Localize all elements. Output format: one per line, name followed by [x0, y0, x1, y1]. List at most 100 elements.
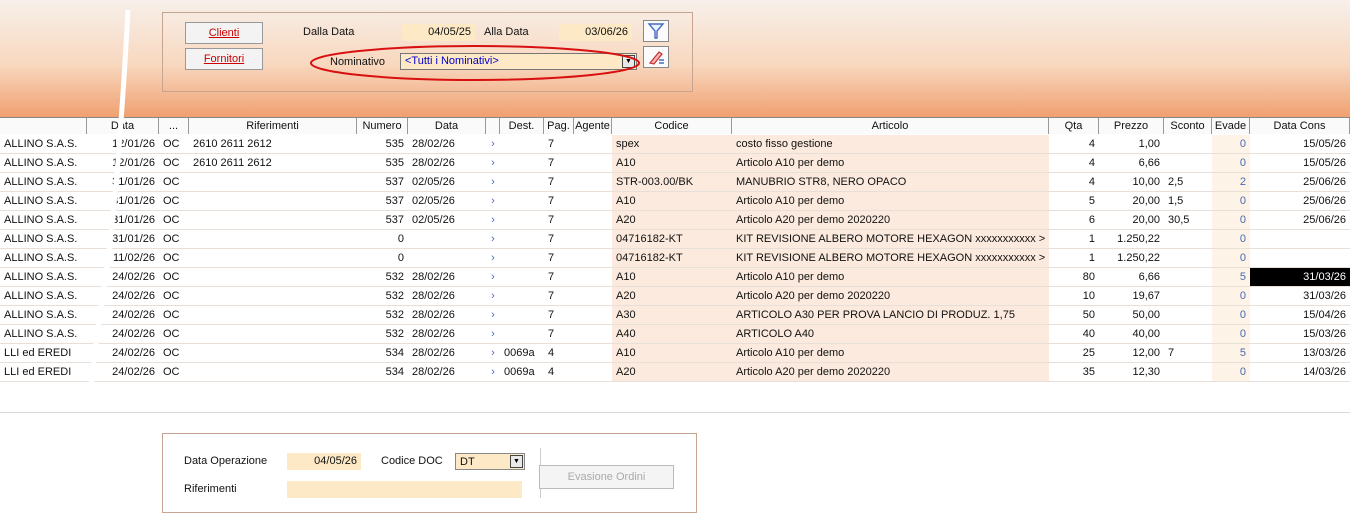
cell-pag[interactable]: 7 [544, 211, 574, 229]
table-row[interactable]: ALLINO S.A.S. 24/02/26 OC 532 28/02/26 › 7 A20 A… [0, 287, 1350, 306]
orders-grid[interactable]: Data ... Riferimenti Numero Data Dest. P… [0, 117, 1350, 412]
cell-sconto[interactable] [1164, 154, 1212, 172]
cell-pag[interactable]: 7 [544, 268, 574, 286]
cell-tipo[interactable]: OC [159, 325, 189, 343]
cell-qta[interactable]: 10 [1049, 287, 1099, 305]
cell-prezzo[interactable]: 20,00 [1099, 211, 1164, 229]
cell-data2[interactable]: 02/05/26 [408, 173, 486, 191]
table-row[interactable]: ALLINO S.A.S. 31/01/26 OC 537 02/05/26 › 7 A20 A… [0, 211, 1350, 230]
cell-rif[interactable] [189, 173, 357, 191]
cell-articolo[interactable]: Articolo A10 per demo [732, 268, 1049, 286]
cell-articolo[interactable]: Articolo A10 per demo [732, 192, 1049, 210]
cell-dest[interactable] [500, 173, 544, 191]
cell-prezzo[interactable]: 1,00 [1099, 135, 1164, 153]
cell-dest[interactable] [500, 154, 544, 172]
cell-qta[interactable]: 80 [1049, 268, 1099, 286]
cell-tipo[interactable]: OC [159, 173, 189, 191]
cell-codice[interactable]: spex [612, 135, 732, 153]
cell-articolo[interactable]: costo fisso gestione [732, 135, 1049, 153]
cell-agente[interactable] [574, 268, 612, 286]
cell-datacons[interactable]: 15/05/26 [1250, 135, 1350, 153]
col-header-pag[interactable]: Pag. [544, 118, 574, 134]
cell-data2[interactable]: 28/02/26 [408, 325, 486, 343]
cell-dest[interactable] [500, 249, 544, 267]
cell-qta[interactable]: 1 [1049, 249, 1099, 267]
cell-dest[interactable] [500, 287, 544, 305]
cell-articolo[interactable]: Articolo A10 per demo [732, 344, 1049, 362]
cell-evade[interactable]: 0 [1212, 325, 1250, 343]
table-row[interactable]: ALLINO S.A.S. 31/01/26 OC 537 02/05/26 › 7 STR-… [0, 173, 1350, 192]
cell-evade[interactable]: 0 [1212, 249, 1250, 267]
cell-rif[interactable]: 2610 2611 2612 [189, 154, 357, 172]
cell-agente[interactable] [574, 211, 612, 229]
cell-qta[interactable]: 4 [1049, 135, 1099, 153]
cell-tipo[interactable]: OC [159, 135, 189, 153]
cell-numero[interactable]: 534 [357, 363, 408, 381]
cell-qta[interactable]: 4 [1049, 154, 1099, 172]
cell-numero[interactable]: 532 [357, 268, 408, 286]
cell-rif[interactable]: 2610 2611 2612 [189, 135, 357, 153]
cell-rif[interactable] [189, 306, 357, 324]
table-row[interactable]: ALLINO S.A.S. 12/01/26 OC 2610 2611 2612 535… [0, 154, 1350, 173]
cell-qta[interactable]: 4 [1049, 173, 1099, 191]
cell-datacons[interactable]: 25/06/26 [1250, 192, 1350, 210]
cell-data2[interactable]: 28/02/26 [408, 363, 486, 381]
cell-prezzo[interactable]: 1.250,22 [1099, 230, 1164, 248]
cell-codice[interactable]: STR-003.00/BK [612, 173, 732, 191]
cell-evade[interactable]: 0 [1212, 135, 1250, 153]
cell-agente[interactable] [574, 192, 612, 210]
cell-numero[interactable]: 532 [357, 306, 408, 324]
cell-datacons[interactable]: 31/03/26 [1250, 268, 1350, 286]
table-row[interactable]: ALLINO S.A.S. 31/01/26 OC 537 02/05/26 › 7 A10 A… [0, 192, 1350, 211]
cell-tipo[interactable]: OC [159, 249, 189, 267]
cell-evade[interactable]: 0 [1212, 230, 1250, 248]
cell-tipo[interactable]: OC [159, 230, 189, 248]
cell-data2[interactable] [408, 230, 486, 248]
cell-codice[interactable]: 04716182-KT [612, 249, 732, 267]
cell-sconto[interactable] [1164, 230, 1212, 248]
cell-pag[interactable]: 4 [544, 344, 574, 362]
cell-numero[interactable]: 532 [357, 325, 408, 343]
cell-sconto[interactable]: 1,5 [1164, 192, 1212, 210]
cell-data2[interactable]: 02/05/26 [408, 192, 486, 210]
cell-codice[interactable]: A10 [612, 154, 732, 172]
cell-agente[interactable] [574, 135, 612, 153]
cell-sconto[interactable] [1164, 135, 1212, 153]
cell-data2[interactable]: 28/02/26 [408, 154, 486, 172]
cell-codice[interactable]: A10 [612, 192, 732, 210]
alla-data-field[interactable]: 03/06/26 [559, 24, 632, 41]
cell-dest[interactable] [500, 211, 544, 229]
cell-numero[interactable]: 0 [357, 230, 408, 248]
cell-articolo[interactable]: ARTICOLO A30 PER PROVA LANCIO DI PRODUZ.… [732, 306, 1049, 324]
cell-datacons[interactable]: 25/06/26 [1250, 173, 1350, 191]
cell-datacons[interactable]: 13/03/26 [1250, 344, 1350, 362]
cell-numero[interactable]: 535 [357, 154, 408, 172]
cell-rif[interactable] [189, 230, 357, 248]
cell-agente[interactable] [574, 306, 612, 324]
cell-sconto[interactable] [1164, 325, 1212, 343]
cell-data2[interactable]: 28/02/26 [408, 287, 486, 305]
cell-agente[interactable] [574, 173, 612, 191]
cell-articolo[interactable]: KIT REVISIONE ALBERO MOTORE HEXAGON xxxx… [732, 230, 1049, 248]
cell-agente[interactable] [574, 363, 612, 381]
cell-datacons[interactable] [1250, 230, 1350, 248]
cell-prezzo[interactable]: 12,30 [1099, 363, 1164, 381]
cell-dest[interactable] [500, 306, 544, 324]
cell-codice[interactable]: A20 [612, 363, 732, 381]
cell-qta[interactable]: 6 [1049, 211, 1099, 229]
cell-datacons[interactable]: 31/03/26 [1250, 287, 1350, 305]
cell-evade[interactable]: 0 [1212, 211, 1250, 229]
cell-evade[interactable]: 5 [1212, 344, 1250, 362]
cell-articolo[interactable]: Articolo A10 per demo [732, 154, 1049, 172]
codice-doc-select[interactable]: DT ▼ [455, 453, 525, 470]
cell-codice[interactable]: 04716182-KT [612, 230, 732, 248]
col-header-codice[interactable]: Codice [612, 118, 732, 134]
col-header-data2[interactable]: Data [408, 118, 486, 134]
cell-qta[interactable]: 5 [1049, 192, 1099, 210]
cell-qta[interactable]: 40 [1049, 325, 1099, 343]
cell-prezzo[interactable]: 6,66 [1099, 268, 1164, 286]
cell-pag[interactable]: 7 [544, 325, 574, 343]
cell-agente[interactable] [574, 325, 612, 343]
cell-prezzo[interactable]: 10,00 [1099, 173, 1164, 191]
cell-agente[interactable] [574, 249, 612, 267]
